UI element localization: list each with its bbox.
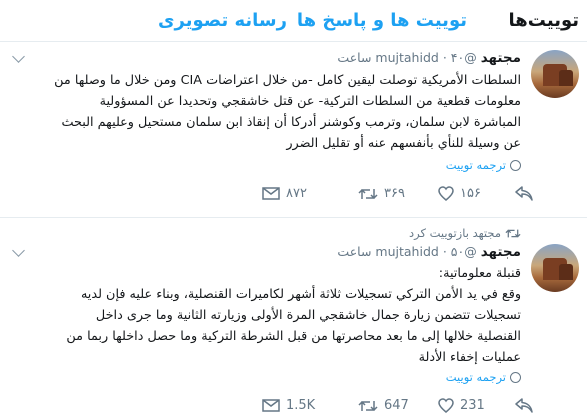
tweet-line: قنبلة معلوماتية:: [438, 266, 521, 281]
tweet[interactable]: مجتهد بازتوییت کرد مجتهد @mujtahidd · ۵۰…: [0, 218, 587, 418]
avatar[interactable]: [531, 50, 579, 98]
retweet-count: 647: [384, 398, 409, 413]
like-button[interactable]: ۱۵۶: [438, 186, 481, 201]
like-count: ۱۵۶: [460, 186, 481, 201]
translate-link[interactable]: ترجمه توییت: [446, 158, 521, 172]
tweet-actions: 231 647 1.5K: [0, 398, 587, 418]
avatar[interactable]: [531, 244, 579, 292]
tweet-text: قنبلة معلوماتية: وقع في يد الأمن التركي …: [10, 263, 521, 368]
profile-tabs: توییت‌ها توییت ها و پاسخ ها رسانه تصویری: [0, 0, 587, 42]
tweet-line: السلطات الأمريكية توصلت ليقين كامل -من خ…: [54, 73, 521, 88]
avatar-rock-2: [559, 264, 573, 280]
like-button[interactable]: 231: [438, 398, 485, 413]
retweet-icon: [505, 229, 521, 238]
tweet-line: المباشرة لابن سلمان، وترمب وكوشنر أدركا …: [61, 115, 521, 130]
message-icon: [262, 399, 280, 412]
globe-icon: [510, 372, 521, 383]
message-button[interactable]: 1.5K: [262, 398, 315, 413]
translate-label: ترجمه توییت: [445, 370, 506, 384]
tweet-header: مجتهد @mujtahidd · ۵۰ ساعت: [337, 244, 521, 260]
tweet[interactable]: مجتهد @mujtahidd · ۴۰ ساعت السلطات الأمر…: [0, 42, 587, 218]
retweet-count: ۳۶۹: [384, 186, 405, 201]
author-name[interactable]: مجتهد: [481, 50, 521, 66]
avatar-rock-2: [559, 70, 573, 86]
retweet-icon: [358, 400, 378, 411]
like-icon: [438, 398, 454, 413]
chevron-down-icon[interactable]: [12, 50, 25, 63]
tweet-line: تسجيلات تتضمن زيارة جمال خاشقجي المرة ال…: [95, 308, 521, 323]
tab-tweets[interactable]: توییت‌ها: [509, 10, 579, 31]
message-count: 1.5K: [286, 398, 316, 413]
retweet-button[interactable]: ۳۶۹: [358, 186, 405, 201]
tweet-line: معلومات قطعية من السلطات التركية- عن قتل…: [99, 94, 521, 109]
tab-tweets-replies[interactable]: توییت ها و پاسخ ها: [297, 10, 467, 31]
author-name[interactable]: مجتهد: [481, 244, 521, 260]
message-icon: [262, 187, 280, 200]
reply-button[interactable]: [515, 186, 533, 202]
reply-icon: [515, 186, 533, 201]
tab-media[interactable]: رسانه تصویری: [158, 10, 287, 31]
message-button[interactable]: ۸۷۲: [262, 186, 307, 201]
retweeted-by-label: مجتهد بازتوییت کرد: [408, 226, 501, 240]
tweet-text: السلطات الأمريكية توصلت ليقين كامل -من خ…: [10, 70, 521, 154]
tweet-line: عن وسيلة للنأي بأنفسهم عنه أو تقليل الضر…: [286, 136, 521, 151]
message-count: ۸۷۲: [286, 186, 307, 201]
like-icon: [438, 186, 454, 201]
chevron-down-icon[interactable]: [12, 244, 25, 257]
reply-icon: [515, 398, 533, 413]
translate-link[interactable]: ترجمه توییت: [446, 370, 521, 384]
globe-icon: [510, 160, 521, 171]
tweet-header: مجتهد @mujtahidd · ۴۰ ساعت: [337, 50, 521, 66]
tweet-actions: ۱۵۶ ۳۶۹ ۸۷۲: [0, 186, 587, 206]
tweet-line: القنصلية خلالها إلى ما بعد محاصرتها من ق…: [66, 329, 521, 344]
tweet-line: عمليات إخفاء الأدلة: [418, 350, 521, 365]
retweeted-by[interactable]: مجتهد بازتوییت کرد: [409, 226, 521, 240]
retweet-icon: [358, 188, 378, 199]
translate-label: ترجمه توییت: [445, 158, 506, 172]
reply-button[interactable]: [515, 398, 533, 414]
like-count: 231: [460, 398, 485, 413]
tweet-line: وقع في يد الأمن التركي تسجيلات ثلاثة أشه…: [80, 287, 521, 302]
retweet-button[interactable]: 647: [358, 398, 409, 413]
